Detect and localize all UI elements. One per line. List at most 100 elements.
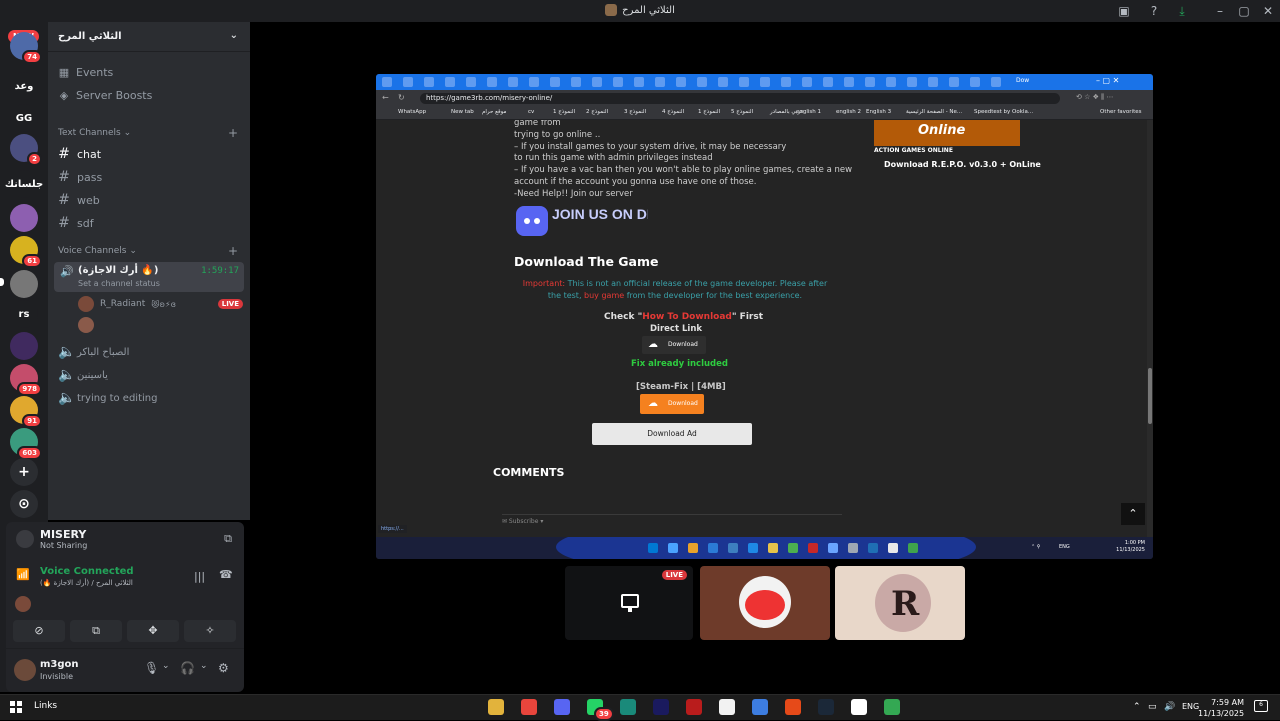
help-icon[interactable]: ?	[1144, 2, 1164, 20]
discord-icon[interactable]	[554, 699, 570, 715]
close-button[interactable]: ✕	[1258, 2, 1278, 20]
steam-icon[interactable]	[818, 699, 834, 715]
repo-download-link[interactable]: Download R.E.P.O. v0.3.0 + OnLine	[884, 160, 1041, 169]
inner-taskbar-app-icon[interactable]	[788, 543, 798, 553]
server-icon[interactable]: 978	[10, 364, 42, 396]
steamfix-download-button[interactable]: ☁ Download	[640, 394, 704, 414]
browser-tab[interactable]	[487, 77, 497, 87]
bookmark-item[interactable]: الصفحة الرئيسية - Ne...	[906, 109, 962, 115]
inner-taskbar-app-icon[interactable]	[748, 543, 758, 553]
bookmark-item[interactable]: english 2	[836, 109, 861, 115]
voice-channels-category[interactable]: Voice Channels ⌄ +	[58, 244, 238, 258]
url-input[interactable]: https://game3rb.com/misery-online/	[420, 93, 1060, 104]
microphone-icon[interactable]: 🎙	[144, 661, 159, 675]
notion-icon[interactable]	[719, 699, 735, 715]
server-icon[interactable]	[10, 204, 38, 232]
game-tags[interactable]: ACTION GAMES ONLINE	[874, 147, 953, 154]
browser-tab[interactable]	[865, 77, 875, 87]
inner-taskbar-app-icon[interactable]	[728, 543, 738, 553]
gear-icon[interactable]: ⚙	[218, 661, 229, 675]
share-screen-button[interactable]: ⧉	[70, 620, 122, 642]
bookmark-item[interactable]: النموذج 1	[698, 109, 720, 115]
chrome-icon[interactable]	[884, 699, 900, 715]
browser-tab[interactable]	[802, 77, 812, 87]
bookmark-item[interactable]: Other favorites	[1100, 109, 1142, 115]
browser-tab[interactable]	[844, 77, 854, 87]
discover-icon[interactable]: ⊙	[10, 490, 38, 518]
inner-taskbar-app-icon[interactable]	[688, 543, 698, 553]
app-icon[interactable]	[785, 699, 801, 715]
inner-taskbar-app-icon[interactable]	[868, 543, 878, 553]
app-icon[interactable]	[620, 699, 636, 715]
bookmark-item[interactable]: النموذج 3	[624, 109, 646, 115]
add-text-channel-icon[interactable]: +	[228, 126, 238, 140]
participant-tile[interactable]	[700, 566, 830, 640]
channel-web[interactable]: # web	[58, 192, 100, 208]
chrome-icon[interactable]	[521, 699, 537, 715]
tray-network-icon[interactable]: ▭	[1148, 702, 1157, 712]
server-icon[interactable]: rs	[10, 300, 38, 328]
tray-chevron-icon[interactable]: ⌃	[1133, 702, 1141, 712]
server-icon[interactable]: 61	[10, 236, 42, 268]
inner-taskbar-app-icon[interactable]	[668, 543, 678, 553]
browser-tab[interactable]	[508, 77, 518, 87]
voice-connected-label[interactable]: Voice Connected	[40, 566, 134, 577]
screen-share-icon[interactable]: ⧉	[224, 532, 232, 546]
inner-taskbar-app-icon[interactable]	[648, 543, 658, 553]
voice-user-row-2[interactable]	[78, 317, 94, 333]
browser-tab[interactable]	[592, 77, 602, 87]
premiere-icon[interactable]	[653, 699, 669, 715]
browser-tab[interactable]	[424, 77, 434, 87]
links-toolbar[interactable]: Links	[34, 701, 57, 711]
app-icon[interactable]	[752, 699, 768, 715]
browser-tab[interactable]	[718, 77, 728, 87]
bookmark-item[interactable]: english 1	[796, 109, 821, 115]
extensions-icon[interactable]: ⟲ ☆ ❖ ⫼ ⋯	[1076, 93, 1114, 102]
browser-tab[interactable]	[928, 77, 938, 87]
stream-tile-self[interactable]: LIVE	[565, 566, 693, 640]
browser-tab[interactable]	[760, 77, 770, 87]
browser-tab[interactable]	[676, 77, 686, 87]
windows-start-icon[interactable]	[10, 701, 22, 713]
browser-tab[interactable]	[529, 77, 539, 87]
browser-tab[interactable]	[445, 77, 455, 87]
chevron-down-icon[interactable]: ⌄	[200, 661, 208, 671]
reload-icon[interactable]: ↻	[398, 93, 405, 102]
avatar[interactable]	[14, 659, 36, 681]
soundboard-button[interactable]: ✧	[184, 620, 236, 642]
browser-tab[interactable]	[634, 77, 644, 87]
noise-suppression-icon[interactable]: |||	[194, 570, 205, 583]
bookmark-item[interactable]: New tab	[451, 109, 474, 115]
join-discord-banner[interactable]: JOIN US ON DISCORD	[516, 202, 648, 240]
channel-pass[interactable]: # pass	[58, 169, 102, 185]
notification-icon[interactable]: 6	[1254, 700, 1268, 712]
buy-game-link[interactable]: buy game	[584, 291, 624, 300]
inner-taskbar-app-icon[interactable]	[908, 543, 918, 553]
server-icon[interactable]: وعد	[10, 72, 38, 100]
browser-tab[interactable]	[991, 77, 1001, 87]
inner-taskbar-app-icon[interactable]	[848, 543, 858, 553]
add-server-icon[interactable]: +	[10, 458, 38, 486]
stream-browser-window[interactable]: Dow – ▢ ✕ ← ↻ https://game3rb.com/misery…	[376, 74, 1153, 559]
server-icon[interactable]	[10, 332, 38, 360]
bookmark-item[interactable]: cv	[528, 109, 534, 115]
subscribe-link[interactable]: ✉ Subscribe ▾	[502, 514, 842, 525]
channel-status[interactable]: Set a channel status	[78, 279, 160, 288]
bookmark-item[interactable]: WhatsApp	[398, 109, 426, 115]
bookmark-item[interactable]: النموذج 1	[553, 109, 575, 115]
scrollbar-thumb[interactable]	[1148, 368, 1152, 424]
page-scrollbar[interactable]	[1147, 120, 1153, 537]
inbox-icon[interactable]: ▣	[1114, 2, 1134, 20]
browser-tab[interactable]	[739, 77, 749, 87]
download-button[interactable]: ☁ Download	[642, 336, 706, 354]
events-item[interactable]: ▦ Events	[58, 66, 113, 79]
server-icon[interactable]: جلسانك	[5, 170, 43, 198]
voice-channel-3[interactable]: 🔈 trying to editing	[58, 390, 157, 406]
back-icon[interactable]: ←	[382, 93, 389, 102]
bookmark-item[interactable]: النموذج 2	[586, 109, 608, 115]
channel-chat[interactable]: # chat	[58, 146, 101, 162]
browser-tab[interactable]	[571, 77, 581, 87]
voice-channel-2[interactable]: 🔈 ياسينين	[58, 367, 108, 383]
add-voice-channel-icon[interactable]: +	[228, 244, 238, 258]
server-icon[interactable]: GG	[10, 104, 38, 132]
